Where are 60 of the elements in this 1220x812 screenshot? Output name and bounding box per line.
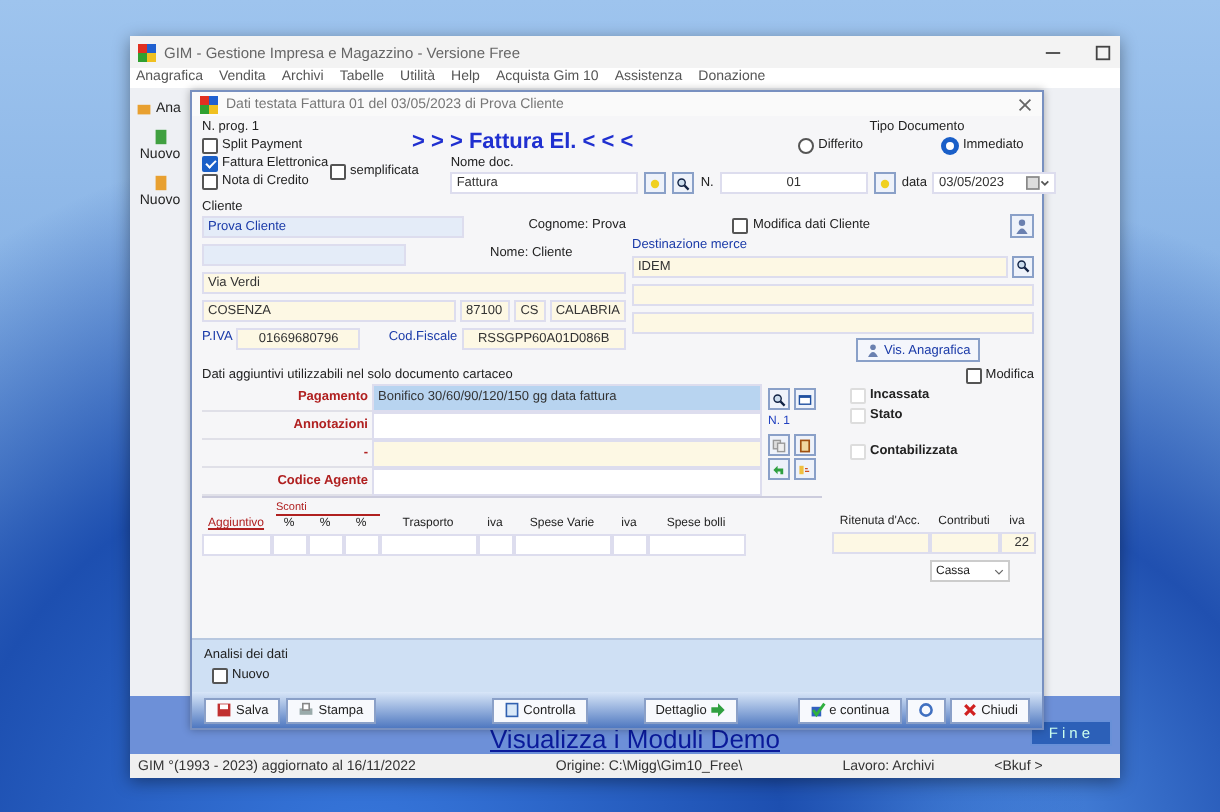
person-icon <box>1014 218 1030 234</box>
document-icon <box>151 128 169 146</box>
input-field[interactable] <box>201 534 271 556</box>
person-icon <box>866 342 880 358</box>
input-field[interactable] <box>831 532 929 554</box>
checkbox[interactable] <box>965 368 982 384</box>
undo-button[interactable] <box>768 458 790 480</box>
input-field[interactable] <box>307 534 343 556</box>
input-field[interactable] <box>379 534 477 556</box>
input-field[interactable] <box>647 534 745 556</box>
radio-button[interactable] <box>798 138 815 154</box>
bulb-button[interactable] <box>873 172 896 194</box>
input-field[interactable] <box>929 532 999 554</box>
input-field[interactable] <box>372 411 762 439</box>
calendar-icon[interactable] <box>1026 176 1051 190</box>
folder-icon <box>136 100 152 116</box>
app-logo-icon <box>138 43 156 61</box>
caret-icon <box>994 567 1004 575</box>
arrow-icon <box>772 461 786 477</box>
printer-icon <box>298 702 315 718</box>
input-field[interactable] <box>513 534 611 556</box>
help-button[interactable] <box>905 697 946 723</box>
input-field[interactable] <box>632 311 1034 333</box>
bulb-icon <box>877 175 892 191</box>
document-heading: > > > Fattura El. < < < <box>412 130 634 156</box>
checkbox[interactable] <box>732 218 749 234</box>
checkbox[interactable] <box>330 164 346 180</box>
input-field[interactable] <box>372 467 762 495</box>
search-button[interactable] <box>1012 255 1034 277</box>
copy-button[interactable] <box>768 434 790 456</box>
app-logo-icon <box>200 95 218 113</box>
close-icon[interactable] <box>1016 95 1034 113</box>
close-icon <box>961 702 978 718</box>
radio-button[interactable] <box>942 138 959 154</box>
window-button[interactable] <box>794 388 816 410</box>
customer-button[interactable] <box>1010 214 1034 238</box>
demo-link[interactable]: Visualizza i Moduli Demo <box>490 726 780 752</box>
input-field[interactable] <box>271 534 307 556</box>
maximize-icon[interactable] <box>1094 43 1112 61</box>
checkbox[interactable] <box>202 138 218 154</box>
bulb-icon <box>648 175 663 191</box>
input-field[interactable] <box>343 534 379 556</box>
input-field[interactable] <box>372 439 762 467</box>
search-button[interactable] <box>768 388 790 410</box>
document-icon <box>503 702 520 718</box>
input-field[interactable] <box>202 243 406 265</box>
input-field[interactable] <box>611 534 647 556</box>
checkbox[interactable] <box>202 156 218 172</box>
document-icon <box>151 174 169 192</box>
book-icon <box>798 437 812 453</box>
checkbox[interactable] <box>212 668 228 684</box>
book-button[interactable] <box>794 434 816 456</box>
check-icon <box>809 702 826 718</box>
checkbox[interactable] <box>202 174 218 190</box>
input-field[interactable] <box>477 534 513 556</box>
input-field[interactable] <box>632 283 1034 305</box>
arrow-icon <box>710 702 727 718</box>
search-button[interactable] <box>672 172 695 194</box>
window-icon <box>798 391 812 407</box>
copy-icon <box>772 437 786 453</box>
